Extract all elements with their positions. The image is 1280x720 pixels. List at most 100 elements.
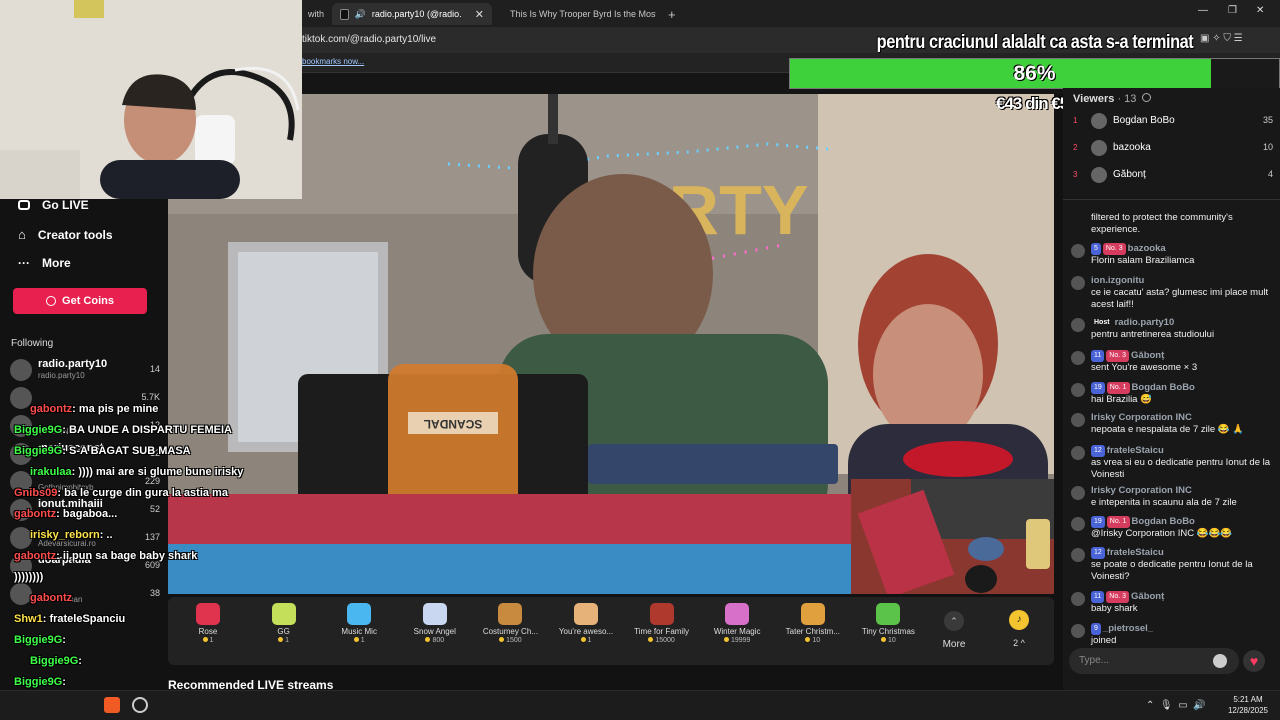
gift-price: 10 bbox=[775, 637, 851, 644]
chat-badge: 12 bbox=[1091, 445, 1105, 457]
avatar[interactable] bbox=[1071, 244, 1085, 258]
overlay-chat-line: gabontz: ma pis pe mine bbox=[30, 403, 158, 415]
avatar[interactable] bbox=[1071, 486, 1085, 500]
gift-item[interactable]: You're aweso... 1 bbox=[548, 603, 624, 644]
viewers-title: Viewers bbox=[1073, 93, 1115, 105]
avatar[interactable] bbox=[1071, 624, 1085, 638]
more-gifts-button[interactable]: ⌃ More bbox=[940, 611, 968, 650]
nav-more[interactable]: ··· More bbox=[18, 256, 71, 270]
overlay-chat-user: Shw1 bbox=[14, 613, 43, 625]
gift-item[interactable]: Rose 1 bbox=[170, 603, 246, 644]
avatar[interactable] bbox=[1071, 517, 1085, 531]
chat-message: Irisky Corporation INC e intepenita in sc… bbox=[1071, 485, 1271, 509]
windows-taskbar: ⌃ 🎙 ▭ 🔊 5:21 AM 12/28/2025 bbox=[0, 690, 1280, 720]
chat-message: 19 No. 1 Bogdan BoBo hai Brazilia 😅 bbox=[1071, 382, 1271, 406]
chat-username[interactable]: Irisky Corporation INC bbox=[1091, 485, 1192, 496]
gift-item[interactable]: GG 1 bbox=[246, 603, 322, 644]
avatar[interactable] bbox=[1071, 548, 1085, 562]
gift-name: Winter Magic bbox=[713, 627, 761, 636]
tab-title: radio.party10 (@radio.party10 bbox=[371, 9, 461, 19]
chat-username[interactable]: radio.party10 bbox=[1115, 317, 1175, 328]
gift-item[interactable]: Costumey Ch... 1500 bbox=[472, 603, 548, 644]
overlay-chat-line: Biggie9G: BA UNDE A DISPARTU FEMEIA bbox=[14, 424, 232, 436]
overlay-chat-text: : )))) mai are si glume bune irisky bbox=[71, 466, 244, 478]
restore-button[interactable]: ❐ bbox=[1228, 5, 1237, 16]
brave-icon[interactable] bbox=[104, 697, 120, 713]
chat-username[interactable]: bazooka bbox=[1128, 243, 1166, 254]
overlay-chat-text: : ba le curge din gura la astia ma bbox=[57, 487, 228, 499]
chat-username[interactable]: Irisky Corporation INC bbox=[1091, 412, 1192, 423]
browser-tab-active[interactable]: 🔊 radio.party10 (@radio.party10 ✕ bbox=[332, 3, 492, 25]
following-item[interactable]: radio.party10 radio.party10 14 bbox=[10, 358, 160, 384]
gift-name: Costumey Ch... bbox=[482, 627, 538, 636]
avatar bbox=[1091, 113, 1107, 129]
top-viewer-row[interactable]: 2 bazooka 10 bbox=[1073, 140, 1273, 160]
url-text[interactable]: tiktok.com/@radio.party10/live bbox=[302, 34, 436, 45]
gift-item[interactable]: Time for Family 15000 bbox=[624, 603, 700, 644]
viewer-score: 4 bbox=[1267, 169, 1273, 179]
chat-message: 9 _pietrosel_ joined bbox=[1071, 623, 1271, 647]
new-tab-button[interactable]: + bbox=[660, 3, 680, 25]
viewers-header[interactable]: Viewers · 13 bbox=[1073, 93, 1152, 105]
heart-icon[interactable]: ♥ bbox=[1243, 650, 1265, 672]
coin-icon: ♪ bbox=[1009, 610, 1029, 630]
gift-icon bbox=[649, 603, 674, 625]
overlay-chat-user: gabontz bbox=[30, 403, 73, 415]
clock-date: 12/28/2025 bbox=[1227, 706, 1269, 715]
obs-icon[interactable] bbox=[132, 697, 148, 713]
avatar[interactable] bbox=[1071, 318, 1085, 332]
gift-item[interactable]: Tiny Christmas 10 bbox=[850, 603, 926, 644]
following-subtitle: radio.party10 bbox=[38, 371, 85, 380]
chat-badge: 12 bbox=[1091, 547, 1105, 559]
get-coins-button[interactable]: Get Coins bbox=[13, 288, 147, 314]
overlay-chat-user: gabontz bbox=[14, 550, 57, 562]
gift-bar: Rose 1 GG 1 Music Mic 1 Snow Angel 800 Costumey … bbox=[168, 597, 1054, 665]
gift-item[interactable]: Tater Christm... 10 bbox=[775, 603, 851, 644]
system-tray-icons[interactable]: ⌃ 🎙 ▭ 🔊 bbox=[1146, 700, 1206, 711]
overlay-chat-line: gabontz: ii pun sa bage baby shark bbox=[14, 550, 197, 562]
coins-balance-button[interactable]: ♪ 2 ^ bbox=[1006, 610, 1032, 648]
chat-username[interactable]: Găbonț bbox=[1131, 350, 1164, 361]
chat-username[interactable]: frateleStaicu bbox=[1107, 445, 1164, 456]
gift-name: Tater Christm... bbox=[785, 627, 840, 636]
nav-go-live[interactable]: Go LIVE bbox=[18, 198, 89, 212]
avatar[interactable] bbox=[1071, 351, 1085, 365]
overlay-chat-text: : bbox=[62, 634, 66, 646]
chat-username[interactable]: frateleStaicu bbox=[1107, 547, 1164, 558]
pip-camera[interactable] bbox=[851, 479, 1054, 594]
info-icon[interactable] bbox=[1142, 93, 1152, 102]
chat-username[interactable]: Bogdan BoBo bbox=[1132, 382, 1195, 393]
chat-username[interactable]: Bogdan BoBo bbox=[1132, 516, 1195, 527]
chat-text: e intepenita in scaunu ala de 7 zile bbox=[1091, 497, 1237, 508]
overlay-chat-line: Biggie9G: bbox=[14, 634, 66, 646]
avatar[interactable] bbox=[1071, 413, 1085, 427]
chevron-up-icon: ⌃ bbox=[944, 611, 964, 631]
gift-item[interactable]: Winter Magic 19999 bbox=[699, 603, 775, 644]
chat-badge: 19 bbox=[1091, 516, 1105, 528]
avatar[interactable] bbox=[1071, 383, 1085, 397]
overlay-chat-text: : ma pis pe mine bbox=[72, 403, 159, 415]
chat-username[interactable]: ion.izgonitu bbox=[1091, 275, 1144, 286]
browser-tab[interactable]: This Is Why Trooper Byrd Is the Most bbox=[496, 3, 656, 25]
avatar[interactable] bbox=[1071, 276, 1085, 290]
top-viewer-row[interactable]: 1 Bogdan BoBo 35 bbox=[1073, 113, 1273, 133]
coin-icon bbox=[46, 296, 57, 306]
top-viewer-row[interactable]: 3 Găbonț 4 bbox=[1073, 167, 1273, 187]
browser-tab[interactable]: with bbox=[300, 3, 328, 25]
close-tab-icon[interactable]: ✕ bbox=[475, 8, 484, 21]
emoji-icon[interactable] bbox=[1213, 654, 1227, 668]
gift-item[interactable]: Snow Angel 800 bbox=[397, 603, 473, 644]
gift-icon bbox=[196, 603, 220, 625]
import-bookmarks-link[interactable]: bookmarks now... bbox=[302, 57, 364, 66]
taskbar-clock[interactable]: 5:21 AM 12/28/2025 bbox=[1222, 694, 1274, 716]
avatar[interactable] bbox=[1071, 592, 1085, 606]
chat-username[interactable]: Găbonț bbox=[1131, 591, 1164, 602]
chat-username[interactable]: _pietrosel_ bbox=[1103, 623, 1153, 634]
gift-item[interactable]: Music Mic 1 bbox=[321, 603, 397, 644]
viewer-count: 14 bbox=[149, 364, 160, 374]
avatar[interactable] bbox=[1071, 446, 1085, 460]
nav-creator-tools[interactable]: ⌂ Creator tools bbox=[18, 227, 113, 242]
close-window-button[interactable]: ✕ bbox=[1256, 5, 1264, 16]
avatar bbox=[10, 359, 32, 381]
minimize-button[interactable]: — bbox=[1198, 5, 1208, 16]
